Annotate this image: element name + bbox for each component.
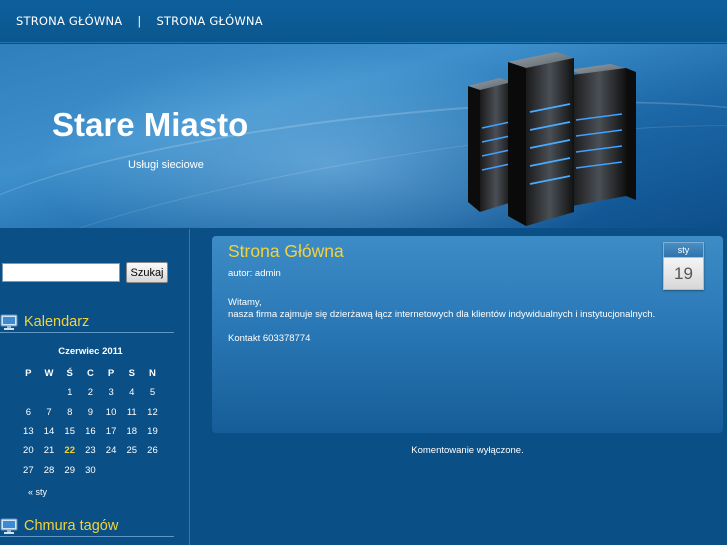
post-paragraph: Kontakt 603378774 <box>228 333 311 344</box>
calendar-widget-title: Kalendarz <box>0 311 174 333</box>
calendar-week-row: 27 28 29 30 <box>18 460 163 479</box>
tags-widget-title: Chmura tagów <box>0 515 174 537</box>
calendar-day: 2 <box>87 387 94 399</box>
post-card: Strona Główna autor: admin sty 19 Witamy… <box>212 236 723 433</box>
calendar-day: 8 <box>67 406 73 418</box>
post-date-day: 19 <box>663 257 704 290</box>
monitor-icon <box>0 518 18 534</box>
calendar-week-row: 13 14 15 16 17 18 19 <box>18 422 163 441</box>
calendar-week-row: 1 2 3 4 5 <box>18 383 163 402</box>
calendar-table: P W Ś C P S N 1 2 3 4 5 6 7 8 9 10 11 12… <box>18 364 163 480</box>
calendar-day <box>121 460 142 479</box>
calendar-day: 7 <box>46 406 52 418</box>
calendar-day: 1 <box>67 387 73 399</box>
calendar-day <box>18 383 39 402</box>
post-author: autor: admin <box>228 268 281 279</box>
calendar-day: 11 <box>126 406 137 418</box>
calendar-day: 18 <box>126 426 138 438</box>
calendar-day: 28 <box>43 464 55 476</box>
search-button[interactable]: Szukaj <box>126 262 168 283</box>
weekday-header: Ś <box>66 368 73 380</box>
calendar-day: 14 <box>43 426 55 438</box>
calendar-day: 21 <box>43 445 55 457</box>
monitor-icon <box>0 314 18 330</box>
calendar-day: 10 <box>105 406 117 418</box>
post-title[interactable]: Strona Główna <box>228 241 344 262</box>
calendar-day: 20 <box>23 445 34 457</box>
calendar-day <box>101 460 122 479</box>
weekday-header: S <box>128 368 135 380</box>
calendar-day: 24 <box>105 445 117 457</box>
calendar-day: 30 <box>85 464 96 476</box>
weekday-header: C <box>86 368 94 380</box>
weekday-header: P <box>107 368 115 380</box>
calendar-weekday-row: P W Ś C P S N <box>18 364 163 383</box>
calendar-day-today[interactable]: 22 <box>59 441 80 460</box>
calendar-day: 6 <box>25 406 31 418</box>
calendar-day: 13 <box>23 426 34 438</box>
calendar-day: 29 <box>64 464 75 476</box>
post-date-badge: sty 19 <box>663 242 704 290</box>
comments-status: Komentowanie wyłączone. <box>411 445 524 456</box>
calendar-day <box>142 460 163 479</box>
tags-widget-heading: Chmura tagów <box>24 517 119 534</box>
calendar-day: 27 <box>23 464 34 476</box>
calendar-day <box>39 383 60 402</box>
calendar-day: 17 <box>105 426 117 438</box>
calendar-day: 23 <box>85 445 96 457</box>
weekday-header: W <box>44 368 54 380</box>
calendar-day: 26 <box>147 445 158 457</box>
calendar-prev-month-link[interactable]: « sty <box>28 487 47 497</box>
search-input[interactable] <box>2 263 120 282</box>
calendar-day: 3 <box>108 387 114 399</box>
server-rack-illustration <box>468 52 636 226</box>
site-header: Stare Miasto Usługi sieciowe <box>0 44 727 228</box>
calendar-day: 5 <box>149 387 156 399</box>
nav-separator: | <box>137 14 142 28</box>
calendar-day: 4 <box>129 387 135 399</box>
calendar-day: 15 <box>64 426 75 438</box>
weekday-header: P <box>25 368 32 380</box>
nav-item-home-2[interactable]: STRONA GŁÓWNA <box>156 14 262 28</box>
calendar-week-row: 20 21 22 23 24 25 26 <box>18 441 163 460</box>
calendar-widget-heading: Kalendarz <box>24 313 90 330</box>
calendar-day: 19 <box>147 426 158 438</box>
post-date-month: sty <box>663 242 704 257</box>
weekday-header: N <box>149 368 156 380</box>
calendar-day: 9 <box>87 406 94 418</box>
top-navigation: STRONA GŁÓWNA | STRONA GŁÓWNA <box>0 0 727 43</box>
nav-item-home[interactable]: STRONA GŁÓWNA <box>16 14 122 28</box>
calendar-week-row: 6 7 8 9 10 11 12 <box>18 403 163 422</box>
site-title[interactable]: Stare Miasto <box>52 106 248 144</box>
sidebar: Szukaj Kalendarz Czerwiec 2011 P W Ś C P… <box>0 229 190 545</box>
calendar-day: 16 <box>85 426 96 438</box>
calendar-day: 12 <box>147 406 158 418</box>
calendar-day: 25 <box>126 445 138 457</box>
site-description: Usługi sieciowe <box>128 159 204 171</box>
post-content: Witamy, nasza firma zajmuje się dzierżaw… <box>228 297 688 357</box>
post-paragraph: Witamy, nasza firma zajmuje się dzierżaw… <box>228 297 656 320</box>
calendar-caption: Czerwiec 2011 <box>58 346 123 357</box>
